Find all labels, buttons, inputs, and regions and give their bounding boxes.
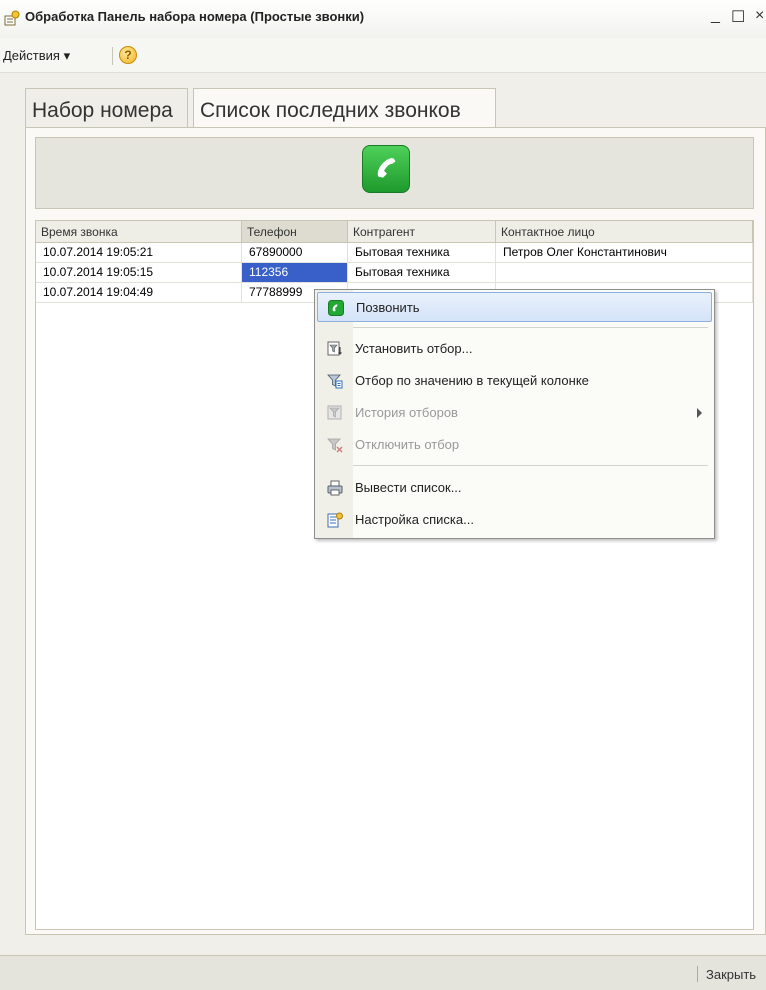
cell-phone-selected[interactable]: 112356: [242, 263, 348, 282]
menu-item-list-settings-label: Настройка списка...: [355, 512, 474, 527]
actions-menu[interactable]: Действия ▾: [3, 48, 70, 64]
toolbar-separator: [112, 47, 113, 65]
cell-call-time[interactable]: 10.07.2014 19:05:15: [36, 263, 242, 282]
column-header-phone[interactable]: Телефон: [242, 221, 348, 242]
call-button[interactable]: [362, 145, 410, 193]
cell-phone[interactable]: 67890000: [242, 243, 348, 262]
menu-item-filter-history[interactable]: История отборов: [317, 398, 712, 428]
cell-counterparty[interactable]: Бытовая техника: [348, 263, 496, 282]
menu-item-filter-history-label: История отборов: [355, 405, 458, 420]
command-bar: Действия ▾ ?: [0, 38, 766, 73]
list-settings-icon: [327, 512, 343, 528]
cell-contact[interactable]: [496, 263, 753, 282]
menu-item-disable-filter-label: Отключить отбор: [355, 437, 460, 452]
tab-recent-calls-label: Список последних звонков: [200, 99, 461, 122]
close-window-button[interactable]: ×: [755, 7, 764, 25]
menu-item-filter-by-value[interactable]: Отбор по значению в текущей колонке: [317, 366, 712, 396]
processing-icon: [4, 10, 20, 26]
menu-item-call-label: Позвонить: [356, 300, 420, 315]
cell-contact[interactable]: Петров Олег Константинович: [496, 243, 753, 262]
table-row[interactable]: 10.07.2014 19:05:15 112356 Бытовая техни…: [36, 263, 753, 283]
cell-counterparty[interactable]: Бытовая техника: [348, 243, 496, 262]
table-header: Время звонка Телефон Контрагент Контактн…: [36, 221, 753, 243]
menu-separator: [353, 327, 708, 328]
menu-item-output-list-label: Вывести список...: [355, 480, 462, 495]
phone-call-icon: [328, 300, 344, 316]
column-header-counterparty[interactable]: Контрагент: [348, 221, 496, 242]
status-separator: [697, 966, 698, 982]
menu-item-disable-filter[interactable]: Отключить отбор: [317, 430, 712, 460]
menu-item-call[interactable]: Позвонить: [317, 292, 712, 322]
tab-dial-number-label: Набор номера: [32, 99, 173, 122]
filter-history-icon: [327, 405, 342, 420]
filter-off-icon: [327, 438, 343, 453]
table-row[interactable]: 10.07.2014 19:05:21 67890000 Бытовая тех…: [36, 243, 753, 263]
dialer-window: Обработка Панель набора номера (Простые …: [0, 0, 766, 990]
call-panel: [35, 137, 754, 209]
cell-call-time[interactable]: 10.07.2014 19:04:49: [36, 283, 242, 302]
menu-separator: [353, 465, 708, 466]
menu-item-output-list[interactable]: Вывести список...: [317, 473, 712, 503]
menu-item-set-filter[interactable]: Установить отбор...: [317, 334, 712, 364]
filter-by-value-icon: [327, 374, 343, 389]
filter-set-icon: [327, 341, 342, 356]
title-bar[interactable]: Обработка Панель набора номера (Простые …: [0, 0, 766, 39]
help-icon[interactable]: ?: [119, 46, 137, 64]
column-header-call-time[interactable]: Время звонка: [36, 221, 242, 242]
cell-call-time[interactable]: 10.07.2014 19:05:21: [36, 243, 242, 262]
maximize-button[interactable]: ☐: [731, 7, 745, 27]
menu-item-filter-by-value-label: Отбор по значению в текущей колонке: [355, 373, 589, 388]
status-bar: Закрыть: [0, 955, 766, 990]
column-header-contact[interactable]: Контактное лицо: [496, 221, 753, 242]
menu-item-set-filter-label: Установить отбор...: [355, 341, 473, 356]
phone-call-icon: [377, 158, 396, 178]
tab-dial-number[interactable]: Набор номера: [25, 88, 188, 128]
context-menu: Позвонить Установить отбор... Отбор по з…: [314, 289, 715, 539]
close-button[interactable]: Закрыть: [706, 967, 756, 982]
window-title: Обработка Панель набора номера (Простые …: [25, 9, 365, 24]
submenu-arrow-icon: [697, 408, 702, 418]
print-list-icon: [327, 480, 343, 496]
minimize-button[interactable]: _: [711, 7, 720, 25]
tab-recent-calls[interactable]: Список последних звонков: [193, 88, 496, 129]
menu-item-list-settings[interactable]: Настройка списка...: [317, 505, 712, 535]
